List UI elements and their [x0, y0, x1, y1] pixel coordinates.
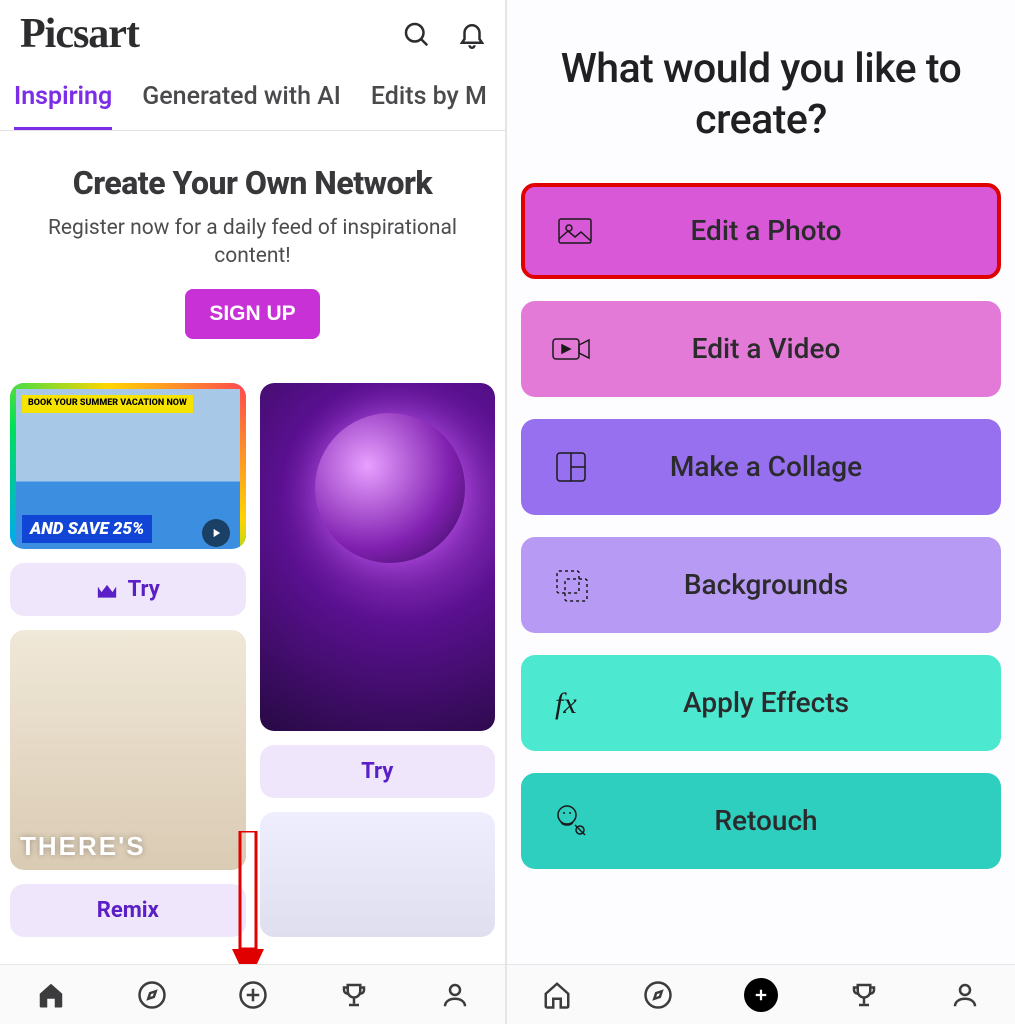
promo-text-top: BOOK YOUR SUMMER VACATION NOW: [22, 395, 193, 413]
bottom-nav: [507, 964, 1015, 1024]
feed-card[interactable]: [260, 383, 496, 731]
option-edit-video[interactable]: Edit a Video: [521, 301, 1001, 397]
header-actions: [401, 19, 487, 49]
create-title: What would you like to create?: [507, 0, 1015, 183]
try-label: Try: [128, 577, 160, 602]
feed-card[interactable]: THERE'S: [10, 630, 246, 870]
collage-icon: [521, 443, 621, 491]
nav-home-icon[interactable]: [542, 980, 572, 1010]
option-label: Backgrounds: [621, 568, 1001, 601]
nav-challenges-icon[interactable]: [849, 980, 879, 1010]
hero-title: Create Your Own Network: [20, 164, 485, 202]
tab-edits[interactable]: Edits by M: [371, 82, 487, 130]
play-icon: [202, 519, 230, 547]
remix-button[interactable]: Remix: [10, 884, 246, 937]
create-options: Edit a Photo Edit a Video Make a Collage…: [507, 183, 1015, 869]
option-apply-effects[interactable]: fx Apply Effects: [521, 655, 1001, 751]
retouch-icon: [521, 797, 621, 845]
nav-discover-icon[interactable]: [137, 980, 167, 1010]
option-backgrounds[interactable]: Backgrounds: [521, 537, 1001, 633]
video-icon: [521, 325, 621, 373]
feed-card[interactable]: BOOK YOUR SUMMER VACATION NOW AND SAVE 2…: [10, 383, 246, 549]
nav-home-icon[interactable]: [36, 980, 66, 1010]
option-retouch[interactable]: Retouch: [521, 773, 1001, 869]
option-label: Retouch: [621, 804, 1001, 837]
card-image: THERE'S: [10, 630, 246, 870]
option-label: Make a Collage: [621, 450, 1001, 483]
bg-icon: [521, 561, 621, 609]
nav-discover-icon[interactable]: [643, 980, 673, 1010]
feed-card[interactable]: [260, 812, 496, 937]
create-menu-screen: What would you like to create? Edit a Ph…: [507, 0, 1015, 1024]
option-make-collage[interactable]: Make a Collage: [521, 419, 1001, 515]
try-button[interactable]: Try: [10, 563, 246, 616]
option-label: Edit a Video: [621, 332, 1001, 365]
option-label: Apply Effects: [621, 686, 1001, 719]
nav-profile-icon[interactable]: [440, 980, 470, 1010]
nav-create-icon[interactable]: [238, 980, 268, 1010]
header: Picsart: [0, 0, 505, 68]
feed-screen: Picsart Inspiring Generated with AI Edit…: [0, 0, 507, 1024]
bell-icon[interactable]: [457, 19, 487, 49]
hero-subtitle: Register now for a daily feed of inspira…: [20, 214, 485, 271]
tab-generated-ai[interactable]: Generated with AI: [142, 82, 341, 130]
nav-profile-icon[interactable]: [950, 980, 980, 1010]
photo-icon: [525, 207, 625, 255]
signup-button[interactable]: SIGN UP: [185, 289, 319, 339]
nav-create-icon[interactable]: [744, 978, 778, 1012]
search-icon[interactable]: [401, 19, 431, 49]
tab-inspiring[interactable]: Inspiring: [14, 82, 112, 130]
fx-icon: fx: [521, 679, 621, 727]
card-overlay-text: THERE'S: [20, 831, 146, 862]
try-button[interactable]: Try: [260, 745, 496, 798]
svg-text:fx: fx: [555, 687, 577, 720]
card-image: BOOK YOUR SUMMER VACATION NOW AND SAVE 2…: [10, 383, 246, 549]
bottom-nav: [0, 964, 505, 1024]
card-image: [260, 383, 496, 731]
option-label: Edit a Photo: [625, 214, 997, 247]
feed-tabs: Inspiring Generated with AI Edits by M: [0, 68, 505, 131]
promo-text-bottom: AND SAVE 25%: [22, 515, 152, 543]
nav-challenges-icon[interactable]: [339, 980, 369, 1010]
hero-banner: Create Your Own Network Register now for…: [0, 131, 505, 357]
app-logo: Picsart: [20, 10, 139, 58]
card-image: [260, 812, 496, 937]
feed-grid: BOOK YOUR SUMMER VACATION NOW AND SAVE 2…: [0, 357, 505, 937]
option-edit-photo[interactable]: Edit a Photo: [521, 183, 1001, 279]
crown-icon: [96, 580, 118, 598]
